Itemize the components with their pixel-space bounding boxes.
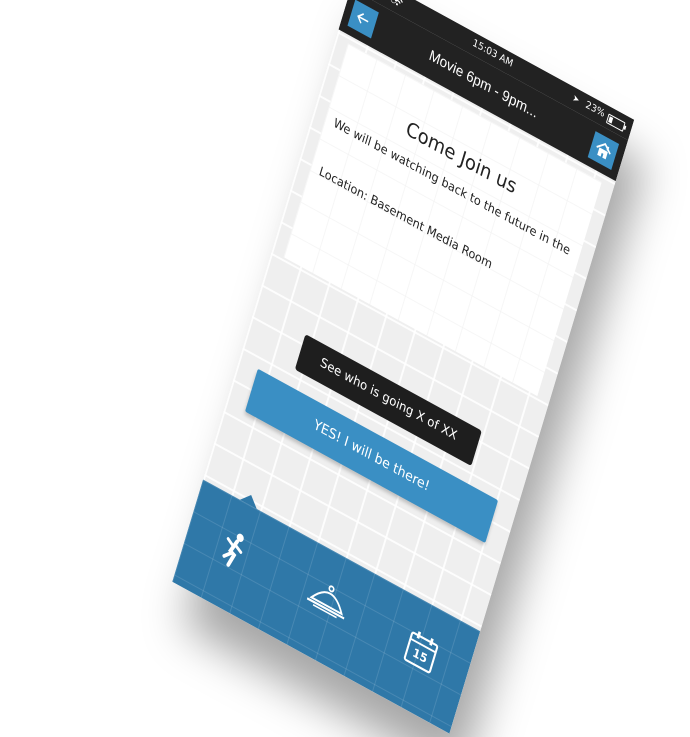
back-button[interactable] xyxy=(347,0,379,39)
home-icon xyxy=(596,142,611,160)
home-button[interactable] xyxy=(587,131,620,171)
arrow-left-icon xyxy=(357,13,369,24)
phone-mockup-scene: ●●○○○ 15:03 AM ➤ 23% Movie 6pm - 9pm... xyxy=(0,0,690,737)
phone-screen: ●●○○○ 15:03 AM ➤ 23% Movie 6pm - 9pm... xyxy=(172,0,635,734)
